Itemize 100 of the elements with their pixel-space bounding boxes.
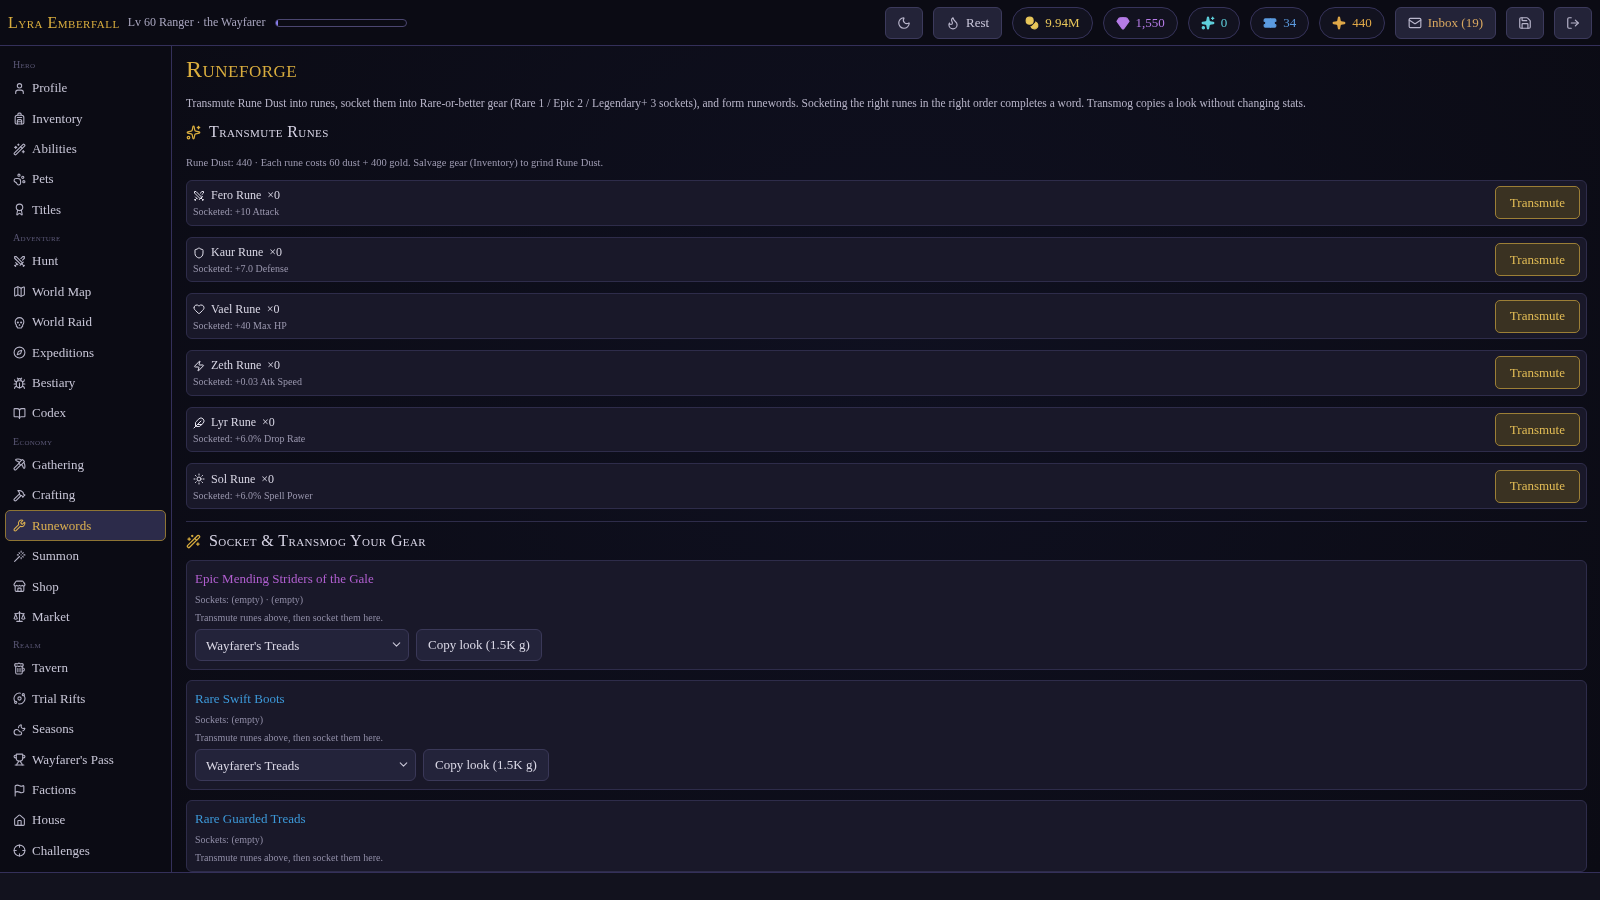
sun-icon (193, 473, 205, 486)
page-title: Runeforge (186, 56, 299, 83)
socket-list: Sockets: (empty) · (empty) (195, 594, 1578, 606)
nav-item[interactable]: Trial Rifts (5, 683, 166, 714)
currency-pill[interactable]: 1,550 (1102, 6, 1178, 39)
nav-item[interactable]: Expeditions (5, 337, 166, 368)
rune-count: ×0 (262, 415, 275, 430)
person-icon (13, 81, 26, 95)
hero-subtitle: Lv 60 Ranger · the Wayfarer (127, 15, 266, 30)
save-icon (1518, 15, 1532, 30)
rune-effect: Socketed: +0.03 Atk Speed (193, 376, 302, 388)
icon-button[interactable] (1506, 6, 1544, 39)
moon-icon (13, 722, 26, 736)
nav-item[interactable]: House (5, 805, 166, 836)
heart-icon (193, 303, 205, 316)
gear-name[interactable]: Rare Swift Boots (195, 691, 1578, 708)
map-icon (13, 285, 26, 299)
gear-name[interactable]: Rare Guarded Treads (195, 811, 1578, 828)
nav-item[interactable]: Market (5, 601, 166, 633)
scale-icon (13, 610, 26, 624)
page-intro: Transmute Rune Dust into runes, socket them into Rare-or-better gear (Rare 1 / Epic 2 / Legendary+ 3 sockets), and form runewords. Socketing the right runes in the right order completes a word. Transmog copies a look without changing stats. (186, 97, 1307, 109)
mail-icon (1407, 15, 1422, 30)
rune-count: ×0 (267, 188, 281, 204)
flame-icon (946, 15, 961, 30)
section-label: Realm (12, 638, 42, 653)
nav-item[interactable]: Inventory (5, 103, 166, 134)
trophy-icon (13, 753, 26, 767)
flag-icon (13, 783, 26, 797)
nav-item[interactable]: World Map (5, 276, 166, 307)
nav-item[interactable]: World Raid (5, 306, 166, 338)
nav-item[interactable]: Gathering (5, 449, 166, 481)
rune-name: Fero Rune (211, 188, 262, 204)
wrench-icon (13, 519, 26, 533)
rune-name: Vael Rune (211, 301, 261, 317)
pickaxe-icon (13, 458, 26, 472)
nav-item[interactable]: Tavern (5, 653, 166, 684)
rune-effect: Socketed: +6.0% Drop Rate (193, 433, 306, 444)
look-dropdown[interactable]: Wayfarer's Treads (195, 749, 416, 782)
house-icon (13, 814, 26, 827)
rune-count: ×0 (266, 301, 280, 317)
store-icon (13, 580, 26, 594)
book-icon (13, 406, 26, 420)
bug-icon (13, 376, 26, 390)
icon-button[interactable] (1554, 6, 1592, 39)
transmute-button[interactable]: Transmute (1494, 469, 1580, 503)
nav-item[interactable]: Profile (5, 73, 166, 104)
currency-pill[interactable]: 34 (1250, 6, 1310, 39)
gear-name[interactable]: Epic Mending Striders of the Gale (195, 571, 1578, 588)
swords-icon (13, 254, 26, 268)
currency-pill[interactable]: 0 (1187, 6, 1241, 39)
nav-item[interactable]: Abilities (5, 133, 166, 165)
nav-item[interactable]: Crafting (5, 480, 166, 511)
rune-name: Sol Rune (211, 471, 256, 487)
rune-effect: Socketed: +40 Max HP (193, 319, 287, 331)
award-icon (13, 203, 26, 217)
transmute-button[interactable]: Transmute (1494, 413, 1580, 446)
nav-item[interactable]: Codex (5, 398, 166, 429)
nav-item[interactable]: Hunt (5, 246, 166, 277)
mug-icon (13, 661, 26, 675)
socket-hint: Transmute runes above, then socket them here. (195, 732, 384, 744)
rune-effect: Socketed: +10 Attack (193, 206, 281, 218)
transmute-button[interactable]: Transmute (1494, 243, 1580, 276)
rune-name: Zeth Rune (211, 358, 262, 374)
wand-icon (186, 533, 201, 549)
nav-item[interactable]: Pets (5, 164, 166, 195)
nav-item[interactable]: Wayfarer's Pass (5, 744, 166, 775)
transmute-button[interactable]: Transmute (1494, 356, 1580, 390)
rune-count: ×0 (269, 245, 283, 260)
shield-icon (193, 246, 205, 259)
nav-item[interactable]: Titles (5, 194, 166, 226)
nav-item[interactable]: Summon (5, 540, 166, 572)
socket-list: Sockets: (empty) (195, 834, 1578, 846)
section-label: Economy (12, 434, 54, 449)
toolbar-button[interactable]: Inbox (19) (1394, 6, 1496, 39)
logout-icon (1566, 15, 1580, 30)
look-dropdown[interactable]: Wayfarer's Treads (195, 629, 409, 662)
section-title: Transmute Runes (209, 123, 329, 141)
sparkles-icon (186, 124, 201, 140)
nav-item[interactable]: Runewords (5, 510, 166, 541)
nav-item[interactable]: Seasons (5, 714, 166, 745)
lightning-icon (193, 359, 205, 372)
toolbar-button[interactable]: Rest (933, 6, 1003, 39)
compass-icon (13, 346, 26, 360)
transmute-button[interactable]: Transmute (1494, 299, 1580, 333)
socket-hint: Transmute runes above, then socket them here. (195, 852, 384, 864)
currency-pill[interactable]: 9.94M (1012, 6, 1093, 39)
section-label: Hero (12, 58, 37, 72)
rune-dust-note: Rune Dust: 440 · Each rune costs 60 dust + 400 gold. Salvage gear (Inventory) to grind Rune Dust. (186, 157, 605, 168)
transmute-button[interactable]: Transmute (1494, 186, 1580, 220)
section-label: Adventure (12, 231, 62, 246)
nav-item[interactable]: Bestiary (5, 367, 166, 399)
currency-pill[interactable]: 440 (1319, 6, 1385, 39)
nav-item[interactable]: Challenges (5, 835, 166, 867)
nav-item[interactable]: Factions (5, 774, 166, 806)
icon-button[interactable] (885, 6, 924, 39)
skull-icon (13, 315, 26, 329)
copy-look-button[interactable]: Copy look (1.5K g) (423, 749, 549, 782)
orbit-icon (13, 692, 26, 706)
copy-look-button[interactable]: Copy look (1.5K g) (416, 629, 542, 662)
nav-item[interactable]: Shop (5, 571, 166, 602)
